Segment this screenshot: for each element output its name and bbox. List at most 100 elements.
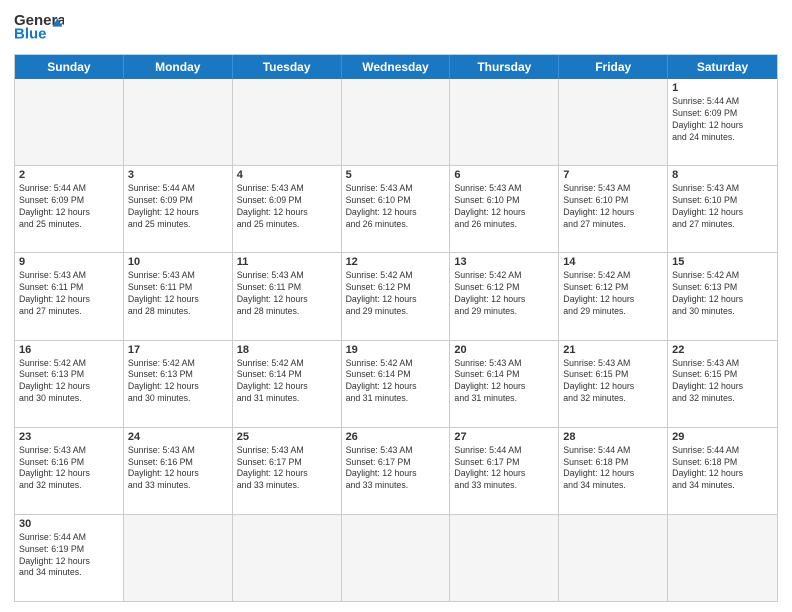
day-number: 16 [19,344,119,356]
day-number: 22 [672,344,773,356]
day-info: Sunrise: 5:43 AM Sunset: 6:17 PM Dayligh… [237,445,337,493]
day-info: Sunrise: 5:43 AM Sunset: 6:10 PM Dayligh… [346,183,446,231]
cal-cell: 12 Sunrise: 5:42 AM Sunset: 6:12 PM Dayli… [342,253,451,339]
cal-cell [450,79,559,165]
cal-cell [342,515,451,601]
header-day-sunday: Sunday [15,55,124,79]
day-number: 8 [672,169,773,181]
day-info: Sunrise: 5:43 AM Sunset: 6:10 PM Dayligh… [454,183,554,231]
cal-cell: 6 Sunrise: 5:43 AM Sunset: 6:10 PM Daylig… [450,166,559,252]
day-info: Sunrise: 5:43 AM Sunset: 6:11 PM Dayligh… [19,270,119,318]
cal-cell: 18Sunrise: 5:42 AM Sunset: 6:14 PM Dayli… [233,341,342,427]
cal-cell [559,79,668,165]
day-info: Sunrise: 5:43 AM Sunset: 6:10 PM Dayligh… [672,183,773,231]
cal-cell [124,515,233,601]
cal-cell [668,515,777,601]
day-info: Sunrise: 5:43 AM Sunset: 6:17 PM Dayligh… [346,445,446,493]
calendar: SundayMondayTuesdayWednesdayThursdayFrid… [14,54,778,602]
day-info: Sunrise: 5:44 AM Sunset: 6:09 PM Dayligh… [19,183,119,231]
day-number: 27 [454,431,554,443]
svg-text:Blue: Blue [14,25,47,42]
cal-cell [559,515,668,601]
day-info: Sunrise: 5:44 AM Sunset: 6:09 PM Dayligh… [672,96,773,144]
day-number: 30 [19,518,119,530]
day-number: 20 [454,344,554,356]
logo-svg: General Blue [14,10,64,50]
day-number: 13 [454,256,554,268]
day-number: 10 [128,256,228,268]
cal-cell [233,515,342,601]
cal-cell [450,515,559,601]
logo: General Blue [14,10,64,50]
cal-cell: 25Sunrise: 5:43 AM Sunset: 6:17 PM Dayli… [233,428,342,514]
cal-cell: 8 Sunrise: 5:43 AM Sunset: 6:10 PM Daylig… [668,166,777,252]
day-number: 14 [563,256,663,268]
page: General Blue SundayMondayTuesdayWednesda… [0,0,792,612]
header-day-tuesday: Tuesday [233,55,342,79]
cal-cell: 14 Sunrise: 5:42 AM Sunset: 6:12 PM Dayli… [559,253,668,339]
day-number: 23 [19,431,119,443]
day-number: 12 [346,256,446,268]
day-number: 3 [128,169,228,181]
day-number: 11 [237,256,337,268]
cal-cell: 22 Sunrise: 5:43 AM Sunset: 6:15 PM Dayli… [668,341,777,427]
day-info: Sunrise: 5:43 AM Sunset: 6:15 PM Dayligh… [563,358,663,406]
day-number: 6 [454,169,554,181]
cal-cell: 9 Sunrise: 5:43 AM Sunset: 6:11 PM Daylig… [15,253,124,339]
cal-cell: 28 Sunrise: 5:44 AM Sunset: 6:18 PM Dayli… [559,428,668,514]
day-info: Sunrise: 5:42 AM Sunset: 6:12 PM Dayligh… [563,270,663,318]
cal-cell [124,79,233,165]
day-number: 5 [346,169,446,181]
day-info: Sunrise: 5:44 AM Sunset: 6:19 PM Dayligh… [19,532,119,580]
cal-week-4: 16 Sunrise: 5:42 AM Sunset: 6:13 PM Dayli… [15,340,777,427]
calendar-body: 1Sunrise: 5:44 AM Sunset: 6:09 PM Daylig… [15,79,777,601]
day-number: 2 [19,169,119,181]
day-number: 17 [128,344,228,356]
day-info: Sunrise: 5:42 AM Sunset: 6:13 PM Dayligh… [19,358,119,406]
cal-cell: 21 Sunrise: 5:43 AM Sunset: 6:15 PM Dayli… [559,341,668,427]
calendar-header: SundayMondayTuesdayWednesdayThursdayFrid… [15,55,777,79]
cal-cell: 20Sunrise: 5:43 AM Sunset: 6:14 PM Dayli… [450,341,559,427]
cal-cell [15,79,124,165]
cal-cell: 27 Sunrise: 5:44 AM Sunset: 6:17 PM Dayli… [450,428,559,514]
cal-cell: 1Sunrise: 5:44 AM Sunset: 6:09 PM Daylig… [668,79,777,165]
day-info: Sunrise: 5:43 AM Sunset: 6:09 PM Dayligh… [237,183,337,231]
cal-cell: 4 Sunrise: 5:43 AM Sunset: 6:09 PM Daylig… [233,166,342,252]
day-info: Sunrise: 5:44 AM Sunset: 6:18 PM Dayligh… [672,445,773,493]
cal-cell: 13 Sunrise: 5:42 AM Sunset: 6:12 PM Dayli… [450,253,559,339]
header-day-monday: Monday [124,55,233,79]
day-number: 29 [672,431,773,443]
day-number: 18 [237,344,337,356]
header: General Blue [14,10,778,50]
day-info: Sunrise: 5:44 AM Sunset: 6:18 PM Dayligh… [563,445,663,493]
day-info: Sunrise: 5:43 AM Sunset: 6:15 PM Dayligh… [672,358,773,406]
day-number: 19 [346,344,446,356]
cal-cell: 19 Sunrise: 5:42 AM Sunset: 6:14 PM Dayli… [342,341,451,427]
header-day-friday: Friday [559,55,668,79]
cal-cell: 2 Sunrise: 5:44 AM Sunset: 6:09 PM Daylig… [15,166,124,252]
day-info: Sunrise: 5:43 AM Sunset: 6:11 PM Dayligh… [237,270,337,318]
cal-cell: 29 Sunrise: 5:44 AM Sunset: 6:18 PM Dayli… [668,428,777,514]
day-info: Sunrise: 5:43 AM Sunset: 6:11 PM Dayligh… [128,270,228,318]
day-info: Sunrise: 5:42 AM Sunset: 6:12 PM Dayligh… [454,270,554,318]
cal-cell: 16 Sunrise: 5:42 AM Sunset: 6:13 PM Dayli… [15,341,124,427]
header-day-saturday: Saturday [668,55,777,79]
day-number: 28 [563,431,663,443]
cal-cell: 30 Sunrise: 5:44 AM Sunset: 6:19 PM Dayli… [15,515,124,601]
day-number: 4 [237,169,337,181]
cal-week-2: 2 Sunrise: 5:44 AM Sunset: 6:09 PM Daylig… [15,165,777,252]
header-day-thursday: Thursday [450,55,559,79]
day-info: Sunrise: 5:43 AM Sunset: 6:16 PM Dayligh… [128,445,228,493]
cal-cell: 10 Sunrise: 5:43 AM Sunset: 6:11 PM Dayli… [124,253,233,339]
day-number: 21 [563,344,663,356]
cal-cell: 26Sunrise: 5:43 AM Sunset: 6:17 PM Dayli… [342,428,451,514]
day-number: 15 [672,256,773,268]
header-day-wednesday: Wednesday [342,55,451,79]
day-info: Sunrise: 5:42 AM Sunset: 6:13 PM Dayligh… [128,358,228,406]
day-info: Sunrise: 5:44 AM Sunset: 6:17 PM Dayligh… [454,445,554,493]
day-number: 9 [19,256,119,268]
day-info: Sunrise: 5:43 AM Sunset: 6:10 PM Dayligh… [563,183,663,231]
day-info: Sunrise: 5:42 AM Sunset: 6:12 PM Dayligh… [346,270,446,318]
cal-cell: 17 Sunrise: 5:42 AM Sunset: 6:13 PM Dayli… [124,341,233,427]
day-info: Sunrise: 5:42 AM Sunset: 6:14 PM Dayligh… [346,358,446,406]
